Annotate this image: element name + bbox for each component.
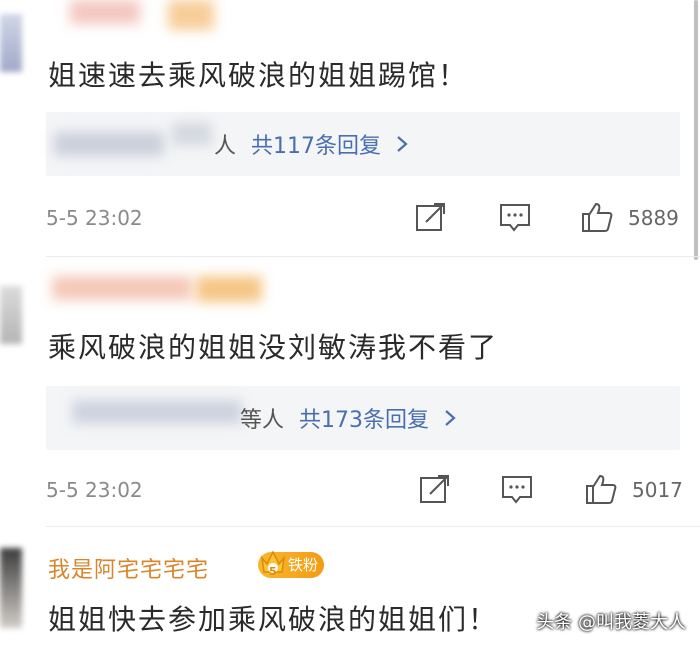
reply-summary-box[interactable]: 人 共117条回复 (46, 112, 680, 176)
comment-footer: 5-5 23:02 5889 (46, 198, 684, 238)
like-count: 5889 (628, 206, 679, 230)
share-icon[interactable] (418, 472, 452, 506)
timestamp: 5-5 23:02 (46, 206, 143, 230)
avatar[interactable] (0, 14, 22, 72)
badge-label: 铁粉 (288, 556, 319, 574)
crown-icon: 5 (260, 548, 286, 578)
fan-badge[interactable]: 5 铁粉 (258, 550, 325, 578)
comment-text: 姐速速去乘风破浪的姐姐踢馆！ (48, 59, 469, 92)
chevron-right-icon (444, 408, 456, 433)
reply-avatars-blurred (72, 400, 242, 424)
badge-level: 5 (269, 565, 277, 578)
thumbs-up-icon[interactable] (584, 472, 618, 506)
comment-text: 乘风破浪的姐姐没刘敏涛我不看了 (48, 331, 499, 364)
reply-avatars-blurred (54, 132, 164, 156)
timestamp: 5-5 23:02 (46, 478, 143, 502)
reply-summary[interactable]: 人 共117条回复 (214, 128, 408, 160)
divider (46, 526, 700, 527)
badge-blurred (196, 276, 262, 302)
comment-icon[interactable] (498, 200, 532, 234)
avatar[interactable] (0, 286, 22, 344)
scrollbar[interactable] (694, 0, 698, 260)
reply-summary-box[interactable]: 等人 共173条回复 (46, 386, 680, 450)
username[interactable]: 我是阿宅宅宅宅 (48, 552, 209, 584)
comment-text: 姐姐快去参加乘风破浪的姐姐们！ (48, 603, 499, 636)
reply-prefix: 等人 (240, 408, 285, 433)
reply-avatars-blurred (172, 122, 212, 146)
username-blurred (70, 0, 140, 24)
badge-blurred (168, 0, 214, 30)
reply-count-link[interactable]: 共173条回复 (299, 408, 429, 433)
username-blurred (52, 276, 192, 300)
reply-count-link[interactable]: 共117条回复 (251, 134, 381, 159)
comment-footer: 5-5 23:02 5017 (46, 470, 684, 510)
divider (46, 256, 700, 257)
like-count: 5017 (632, 478, 683, 502)
chevron-right-icon (396, 134, 408, 159)
reply-summary[interactable]: 等人 共173条回复 (240, 402, 456, 434)
thumbs-up-icon[interactable] (580, 200, 614, 234)
watermark: 头条 @叫我菱大人 (536, 612, 686, 633)
avatar[interactable] (0, 548, 22, 628)
comment-icon[interactable] (500, 472, 534, 506)
reply-prefix: 人 (214, 134, 237, 159)
share-icon[interactable] (414, 200, 448, 234)
